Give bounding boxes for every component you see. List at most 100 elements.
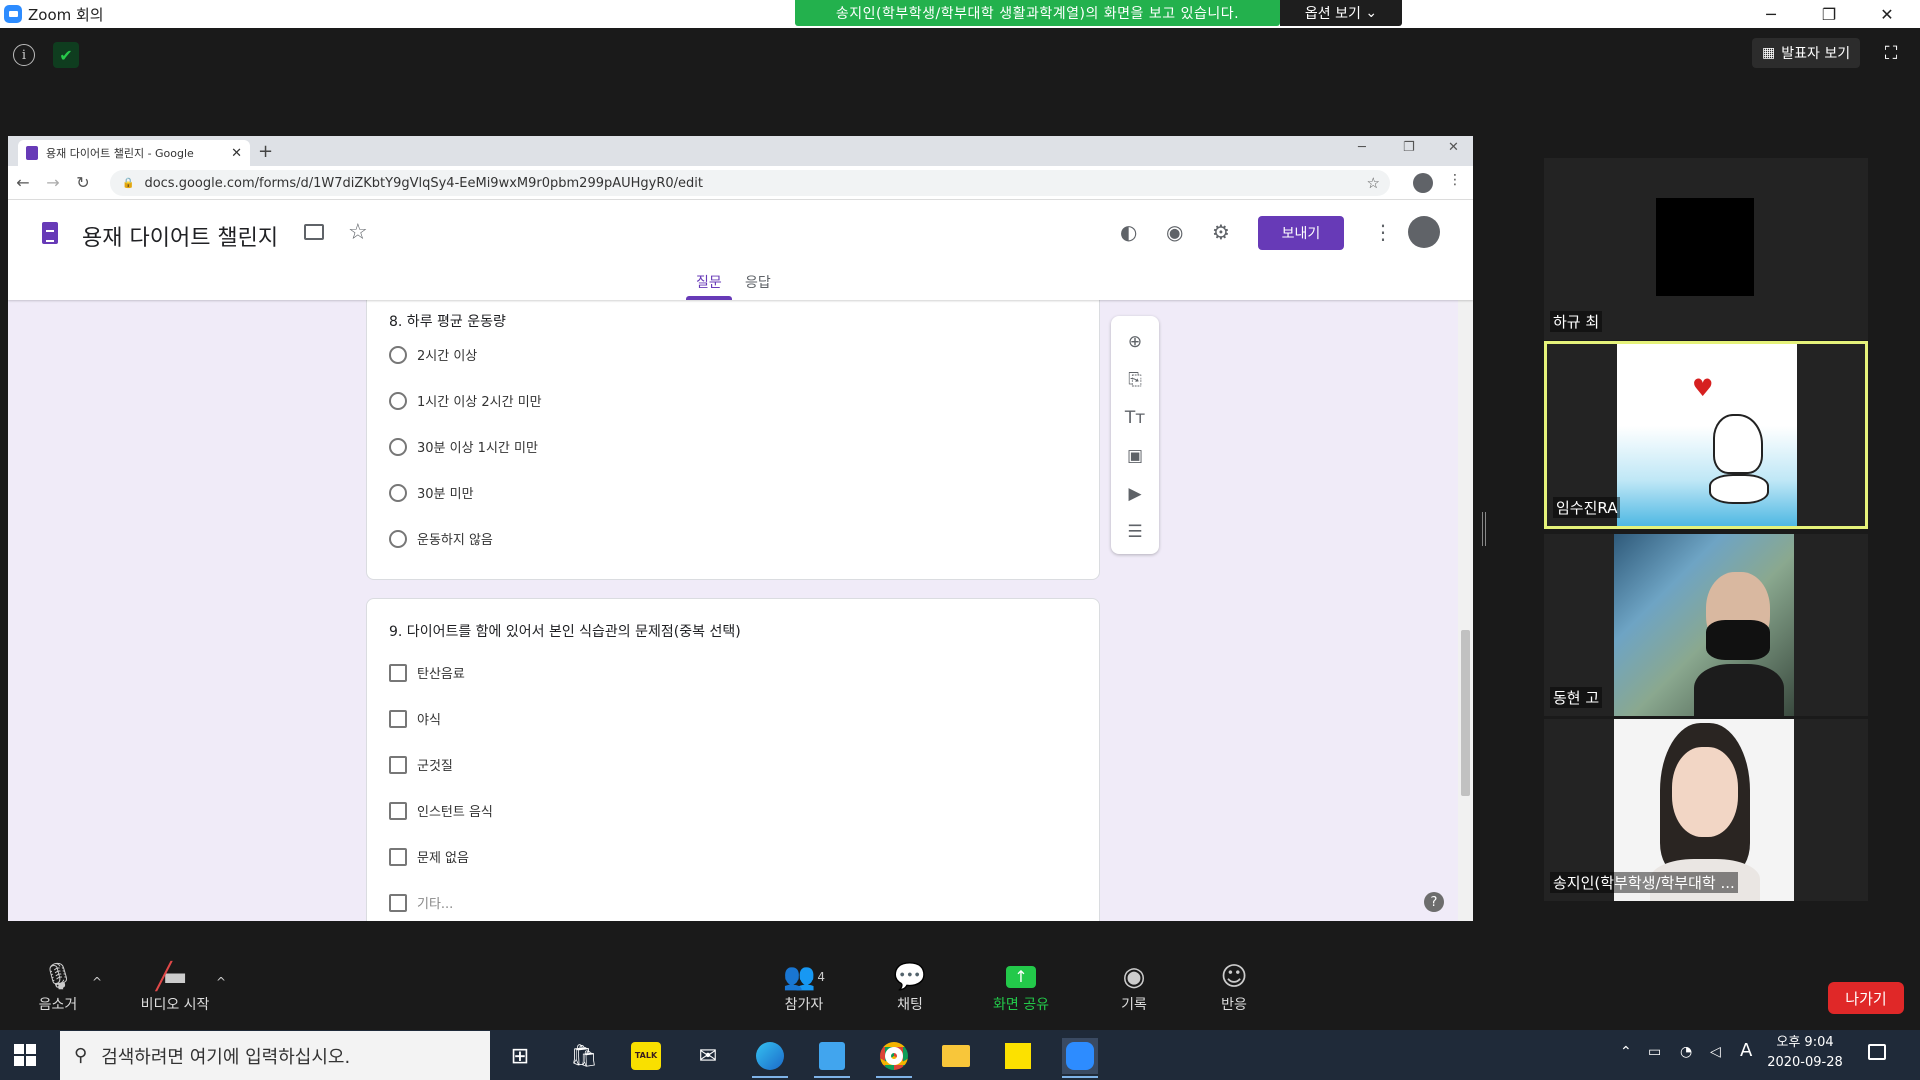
ime-indicator[interactable]: A <box>1740 1040 1752 1061</box>
wifi-icon[interactable]: ◔ <box>1680 1044 1692 1060</box>
browser-menu-icon[interactable]: ⋮ <box>1448 172 1462 188</box>
checkbox-option[interactable]: 인스턴트 음식 <box>389 801 493 820</box>
add-question-icon[interactable]: ⊕ <box>1125 332 1145 352</box>
tab-responses[interactable]: 응답 <box>745 272 771 292</box>
form-title[interactable]: 용재 다이어트 챌린지 <box>82 220 278 252</box>
bookmark-star-icon[interactable]: ☆ <box>1367 174 1380 192</box>
volume-muted-icon[interactable]: ◁ <box>1710 1044 1721 1060</box>
checkbox-option[interactable]: 탄산음료 <box>389 663 465 682</box>
record-button[interactable]: ◉ 기록 <box>1114 960 1154 1014</box>
battery-icon[interactable]: ▭ <box>1648 1044 1661 1060</box>
radio-option[interactable]: 2시간 이상 <box>389 345 477 364</box>
start-video-button[interactable]: ▬ ╱ 비디오 시작 <box>130 960 220 1014</box>
chrome-icon[interactable] <box>876 1038 912 1078</box>
add-video-icon[interactable]: ▶ <box>1125 484 1145 504</box>
reactions-button[interactable]: ☺ 반응 <box>1214 960 1254 1014</box>
radio-icon[interactable] <box>389 483 407 502</box>
radio-icon[interactable] <box>389 529 407 548</box>
settings-gear-icon[interactable]: ⚙ <box>1212 220 1230 244</box>
add-image-icon[interactable]: ▣ <box>1125 446 1145 466</box>
leave-meeting-button[interactable]: 나가기 <box>1828 982 1904 1014</box>
splitter-drag-handle[interactable] <box>1482 512 1486 546</box>
zoom-taskbar-icon[interactable] <box>1062 1038 1098 1078</box>
speaker-view-button[interactable]: ▦ 발표자 보기 <box>1752 38 1861 68</box>
browser-minimize-icon[interactable]: ─ <box>1358 140 1366 155</box>
import-questions-icon[interactable]: ⎘ <box>1125 370 1145 390</box>
checkbox-option[interactable]: 군것질 <box>389 755 453 774</box>
browser-close-icon[interactable]: ✕ <box>1448 140 1459 155</box>
send-button[interactable]: 보내기 <box>1258 216 1344 250</box>
checkbox-icon[interactable] <box>389 893 407 912</box>
video-options-caret-icon[interactable]: ^ <box>216 975 226 989</box>
add-title-icon[interactable]: Tт <box>1125 408 1145 428</box>
taskbar-search-box[interactable]: ⚲ 검색하려면 여기에 입력하십시오. <box>60 1031 490 1080</box>
task-view-icon[interactable]: ⊞ <box>502 1038 538 1074</box>
notification-center-icon[interactable] <box>1868 1044 1886 1060</box>
preview-eye-icon[interactable]: ◉ <box>1166 220 1183 244</box>
mute-button[interactable]: 🎙 음소거 <box>28 960 88 1014</box>
page-scrollbar[interactable] <box>1458 300 1473 921</box>
file-explorer-icon[interactable] <box>938 1038 974 1074</box>
checkbox-icon[interactable] <box>389 801 407 820</box>
share-screen-button[interactable]: ↑ 화면 공유 <box>988 960 1054 1014</box>
tab-close-icon[interactable]: ✕ <box>231 146 242 161</box>
audio-options-caret-icon[interactable]: ^ <box>92 975 102 989</box>
meeting-info-icon[interactable]: i <box>13 44 35 66</box>
edge-browser-icon[interactable] <box>752 1038 788 1078</box>
radio-icon[interactable] <box>389 437 407 456</box>
browser-profile-avatar[interactable] <box>1413 173 1433 193</box>
browser-restore-icon[interactable]: ❐ <box>1403 140 1415 155</box>
more-options-icon[interactable]: ⋮ <box>1373 220 1393 244</box>
checkbox-option[interactable]: 야식 <box>389 709 441 728</box>
view-options-button[interactable]: 옵션 보기 ⌄ <box>1280 0 1402 26</box>
question-card-9[interactable]: 9. 다이어트를 함에 있어서 본인 식습관의 문제점(중복 선택) 탄산음료 … <box>366 598 1100 921</box>
radio-icon[interactable] <box>389 345 407 364</box>
radio-option[interactable]: 30분 미만 <box>389 483 474 502</box>
kakaotalk-icon[interactable]: TALK <box>628 1038 664 1074</box>
checkbox-icon[interactable] <box>389 663 407 682</box>
browser-tab[interactable]: 용재 다이어트 챌린지 - Google ✕ <box>18 140 250 166</box>
fullscreen-icon[interactable]: ⛶ <box>1880 42 1902 64</box>
scrollbar-thumb[interactable] <box>1461 630 1470 796</box>
google-forms-logo-icon[interactable] <box>42 222 58 244</box>
palette-icon[interactable]: ◐ <box>1120 220 1137 244</box>
help-icon[interactable]: ? <box>1424 892 1444 912</box>
address-bar[interactable]: 🔒 docs.google.com/forms/d/1W7diZKbtY9gVl… <box>110 170 1390 196</box>
question-card-8[interactable]: 8. 하루 평균 운동량 2시간 이상 1시간 이상 2시간 미만 30분 이상… <box>366 300 1100 580</box>
participant-tile[interactable]: 하규 최 <box>1544 158 1868 340</box>
new-tab-icon[interactable]: + <box>258 141 273 162</box>
close-icon[interactable]: ✕ <box>1858 0 1916 28</box>
tray-overflow-icon[interactable]: ⌃ <box>1620 1044 1632 1060</box>
encryption-shield-icon[interactable]: ✔ <box>53 42 79 68</box>
add-section-icon[interactable]: ☰ <box>1125 522 1145 542</box>
reload-icon[interactable]: ↻ <box>68 173 98 192</box>
mail-icon[interactable]: ✉ <box>690 1038 726 1074</box>
participant-tile[interactable]: 송지인(학부학생/학부대학 ... <box>1544 719 1868 901</box>
user-avatar[interactable] <box>1408 216 1440 248</box>
sticky-notes-icon[interactable] <box>1000 1038 1036 1074</box>
participants-button[interactable]: 👥 4 참가자 <box>778 960 830 1014</box>
chat-button[interactable]: 💬 채팅 <box>890 960 930 1014</box>
checkbox-icon[interactable] <box>389 755 407 774</box>
tab-questions[interactable]: 질문 <box>696 272 722 292</box>
checkbox-icon[interactable] <box>389 847 407 866</box>
star-icon[interactable]: ☆ <box>348 220 368 245</box>
folder-icon[interactable] <box>304 224 324 240</box>
windows-start-icon[interactable] <box>14 1044 36 1066</box>
store-icon[interactable]: 🛍 <box>566 1038 602 1074</box>
restore-icon[interactable]: ❐ <box>1800 0 1858 28</box>
checkbox-icon[interactable] <box>389 709 407 728</box>
minimize-icon[interactable]: ─ <box>1742 0 1800 28</box>
forward-icon[interactable]: → <box>38 173 68 192</box>
back-icon[interactable]: ← <box>8 173 38 192</box>
word-app-icon[interactable] <box>814 1038 850 1078</box>
radio-option[interactable]: 30분 이상 1시간 미만 <box>389 437 538 456</box>
participant-tile-active-speaker[interactable]: ♥ 임수진RA <box>1544 341 1868 529</box>
checkbox-option[interactable]: 문제 없음 <box>389 847 469 866</box>
radio-option[interactable]: 운동하지 않음 <box>389 529 493 548</box>
taskbar-clock[interactable]: 오후 9:04 2020-09-28 <box>1760 1033 1850 1073</box>
participant-tile[interactable]: 동현 고 <box>1544 534 1868 716</box>
radio-icon[interactable] <box>389 391 407 410</box>
radio-option[interactable]: 1시간 이상 2시간 미만 <box>389 391 542 410</box>
checkbox-option-other[interactable]: 기타... <box>389 893 453 912</box>
